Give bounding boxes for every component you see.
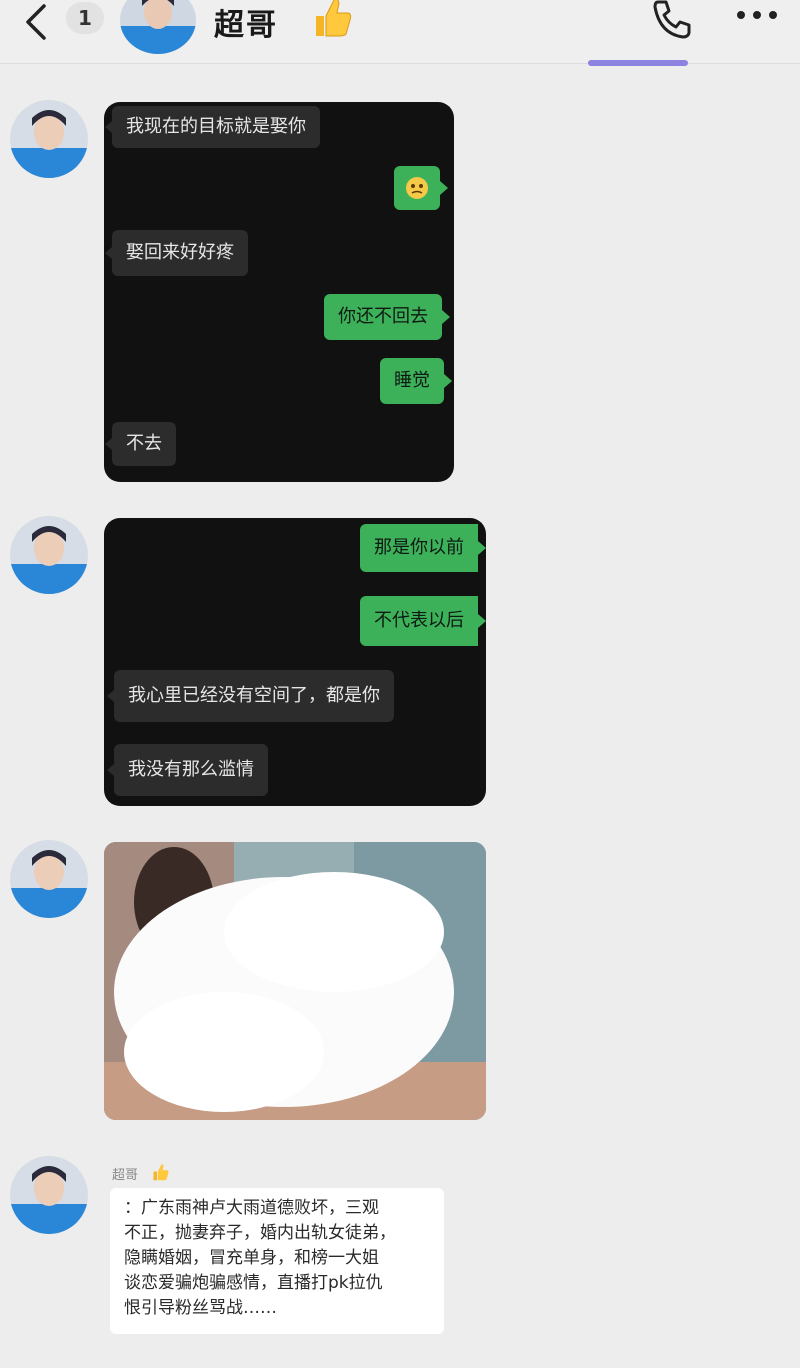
avatar[interactable] (10, 1156, 88, 1234)
back-arrow-icon[interactable] (18, 2, 52, 42)
blurred-photo[interactable] (104, 842, 486, 1120)
chat-screenshot-image[interactable]: 那是你以前 不代表以后 我心里已经没有空间了，都是你 我没有那么滥情 (104, 518, 486, 806)
outgoing-bubble: 睡觉 (380, 358, 452, 404)
contact-name: 超哥 (214, 8, 278, 43)
message-line: 谈恋爱骗炮骗感情，直播打pk拉仇 (124, 1273, 383, 1293)
unread-count-badge[interactable]: 1 (66, 2, 104, 34)
message-line: 恨引导粉丝骂战…… (124, 1298, 277, 1318)
outgoing-bubble (394, 166, 448, 210)
phone-call-icon[interactable] (648, 0, 696, 40)
face-emoji-icon (406, 177, 428, 199)
avatar[interactable] (10, 100, 88, 178)
message-line: ：广东雨神卢大雨道德败坏，三观 (124, 1198, 379, 1218)
contact-avatar[interactable] (120, 0, 196, 54)
text-message-bubble[interactable]: ：广东雨神卢大雨道德败坏，三观 不正，抛妻弃子，婚内出轨女徒弟， 隐瞒婚姻，冒充… (110, 1188, 444, 1334)
outgoing-bubble: 那是你以前 (360, 524, 486, 572)
thumbs-up-emoji-icon (153, 1164, 169, 1181)
message-line: 不正，抛妻弃子，婚内出轨女徒弟， (124, 1223, 396, 1243)
more-options-icon[interactable] (734, 8, 780, 22)
incoming-bubble: 不去 (105, 422, 176, 466)
outgoing-bubble: 不代表以后 (360, 596, 486, 646)
incoming-bubble: 我没有那么滥情 (107, 744, 268, 796)
avatar[interactable] (10, 516, 88, 594)
scroll-indicator (588, 60, 688, 66)
avatar[interactable] (10, 840, 88, 918)
message-line: 隐瞒婚姻，冒充单身，和榜一大姐 (124, 1248, 379, 1268)
chat-header: 1 超哥 (0, 0, 800, 66)
incoming-bubble: 娶回来好好疼 (105, 230, 248, 276)
thumbs-up-emoji-icon (316, 0, 352, 37)
incoming-bubble: 我心里已经没有空间了，都是你 (107, 670, 394, 722)
chat-screenshot-image[interactable]: 我现在的目标就是娶你 娶回来好好疼 你还不回去 睡觉 不去 (104, 102, 454, 482)
outgoing-bubble: 你还不回去 (324, 294, 450, 340)
incoming-bubble: 我现在的目标就是娶你 (105, 106, 320, 148)
sender-name: 超哥 (112, 1168, 139, 1183)
